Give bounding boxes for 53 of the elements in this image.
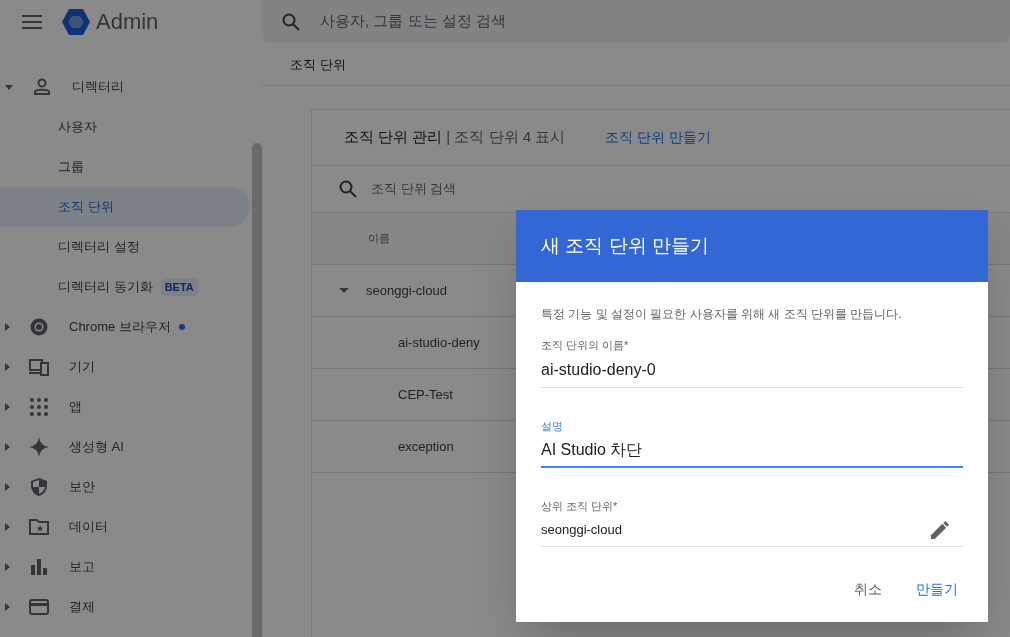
table-cell-text: exception xyxy=(398,437,454,456)
folder-icon xyxy=(29,517,49,537)
logo-icon xyxy=(62,8,90,35)
table-cell-text: seonggi-cloud xyxy=(366,281,447,300)
input-field[interactable]: AI Studio 차단 xyxy=(541,434,963,468)
caret-icon[interactable] xyxy=(339,288,349,293)
person-icon xyxy=(32,77,52,97)
search-icon xyxy=(339,180,357,198)
chrome-icon xyxy=(29,317,49,337)
sidebar-item[interactable]: 디렉터리 설정 xyxy=(0,227,250,267)
caret-icon[interactable] xyxy=(5,403,10,411)
card-title: 조직 단위 관리 xyxy=(344,127,443,148)
search-field[interactable]: 사용자, 그룹 또는 설정 검색 xyxy=(262,0,1010,43)
credit-card-icon xyxy=(29,597,49,617)
field-label: 조직 단위의 이름* xyxy=(541,338,629,353)
create-unit-link[interactable]: 조직 단위 만들기 xyxy=(605,127,712,148)
caret-icon[interactable] xyxy=(5,84,13,90)
sidebar-item[interactable]: 디렉터리 동기화 xyxy=(58,277,153,297)
sidebar-item[interactable]: 조직 단위 xyxy=(0,187,250,227)
scrollbar[interactable] xyxy=(252,143,262,637)
field-label: 상위 조직 단위* xyxy=(541,499,618,514)
grid-icon xyxy=(29,397,49,417)
field-label: 설명 xyxy=(541,418,563,434)
sidebar-item[interactable]: 그룹 xyxy=(0,147,250,187)
app-title: Admin xyxy=(96,8,159,36)
breadcrumb: 조직 단위 xyxy=(290,55,346,74)
create-button[interactable]: 만들기 xyxy=(906,571,968,608)
caret-icon[interactable] xyxy=(5,483,10,491)
caret-icon[interactable] xyxy=(5,563,10,571)
sidebar-item[interactable]: 디렉터리 xyxy=(0,67,262,107)
table-cell-text: CEP-Test xyxy=(398,385,453,404)
bar-chart-icon xyxy=(29,557,49,577)
caret-icon[interactable] xyxy=(5,523,10,531)
beta-badge: BETA xyxy=(160,277,198,297)
sparkle-icon xyxy=(29,437,49,457)
edit-icon[interactable] xyxy=(930,520,949,540)
caret-icon[interactable] xyxy=(5,323,10,331)
dialog-title: 새 조직 단위 만들기 xyxy=(541,233,709,258)
menu-icon[interactable] xyxy=(22,14,42,29)
caret-icon[interactable] xyxy=(5,603,10,611)
search-icon xyxy=(282,12,300,31)
dialog-description: 특정 기능 및 설정이 필요한 사용자를 위해 새 조직 단위를 만듭니다. xyxy=(541,306,902,323)
sidebar-item[interactable]: 사용자 xyxy=(0,107,250,147)
table-cell-text: ai-studio-deny xyxy=(398,333,480,352)
shield-icon xyxy=(29,477,49,497)
caret-icon[interactable] xyxy=(5,443,10,451)
column-header: 이름 xyxy=(368,231,390,247)
devices-icon xyxy=(29,357,49,377)
cancel-button[interactable]: 취소 xyxy=(844,571,892,608)
parent-unit-field[interactable]: seonggi-cloud xyxy=(541,514,963,547)
input-field[interactable]: ai-studio-deny-0 xyxy=(541,353,963,388)
caret-icon[interactable] xyxy=(5,363,10,371)
unit-count: | 조직 단위 4 표시 xyxy=(446,127,566,148)
